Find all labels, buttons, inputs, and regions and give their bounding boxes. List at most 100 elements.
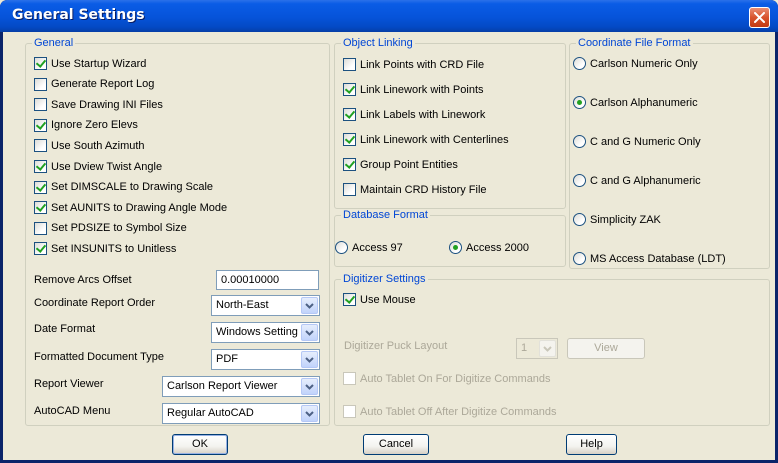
link-linework-with-centerlines-label: Link Linework with Centerlines <box>360 133 509 146</box>
auto-tablet-off-checkbox[interactable]: Auto Tablet Off After Digitize Commands <box>343 405 556 418</box>
title-bar[interactable]: General Settings <box>0 0 778 32</box>
report-viewer-select[interactable]: Carlson Report Viewer <box>162 376 320 397</box>
set-aunits-to-drawing-angle-mode-check[interactable] <box>34 201 47 215</box>
report-viewer-value: Carlson Report Viewer <box>167 380 278 392</box>
set-pdsize-to-symbol-size-label: Set PDSIZE to Symbol Size <box>51 222 187 235</box>
carlson-alphanumeric-radio-button[interactable] <box>573 96 586 109</box>
date-format-select[interactable]: Windows Setting <box>211 322 320 343</box>
link-points-with-crd-file-check[interactable] <box>343 58 356 71</box>
generate-report-log-label: Generate Report Log <box>51 78 155 91</box>
use-mouse-check[interactable] <box>343 293 356 306</box>
link-labels-with-linework-check[interactable] <box>343 108 356 121</box>
ignore-zero-elevs-label: Ignore Zero Elevs <box>51 119 138 132</box>
set-dimscale-to-drawing-scale-checkbox[interactable]: Set DIMSCALE to Drawing Scale <box>34 180 214 194</box>
close-button[interactable] <box>749 7 770 28</box>
ok-button[interactable]: OK <box>172 434 228 455</box>
set-pdsize-to-symbol-size-check[interactable] <box>34 221 47 235</box>
group-point-entities-checkbox[interactable]: Group Point Entities <box>343 158 458 171</box>
use-startup-wizard-check[interactable] <box>34 57 47 70</box>
coordinate-file-format-group-title: Coordinate File Format <box>576 37 693 49</box>
chevron-down-icon[interactable] <box>301 405 318 422</box>
set-insunits-to-unitless-checkbox[interactable]: Set INSUNITS to Unitless <box>34 242 176 256</box>
link-points-with-crd-file-checkbox[interactable]: Link Points with CRD File <box>343 58 484 71</box>
access-2000-radio-button[interactable] <box>449 241 462 254</box>
carlson-numeric-only-radio[interactable]: Carlson Numeric Only <box>573 57 698 70</box>
use-dview-twist-angle-check[interactable] <box>34 160 47 173</box>
general-group-title: General <box>32 37 76 49</box>
date-format-value: Windows Setting <box>216 326 298 338</box>
carlson-numeric-only-radio-button[interactable] <box>573 57 586 70</box>
c-and-g-numeric-only-radio[interactable]: C and G Numeric Only <box>573 135 701 148</box>
chevron-down-icon[interactable] <box>301 351 318 368</box>
access-2000-radio[interactable]: Access 2000 <box>449 241 529 254</box>
formatted-document-type-select[interactable]: PDF <box>211 349 320 370</box>
carlson-numeric-only-label: Carlson Numeric Only <box>590 57 698 70</box>
ignore-zero-elevs-checkbox[interactable]: Ignore Zero Elevs <box>34 118 138 132</box>
use-startup-wizard-label: Use Startup Wizard <box>51 57 147 70</box>
remove-arcs-offset-input[interactable]: 0.00010000 <box>216 270 319 290</box>
set-aunits-to-drawing-angle-mode-checkbox[interactable]: Set AUNITS to Drawing Angle Mode <box>34 201 228 215</box>
link-linework-with-points-check[interactable] <box>343 83 356 96</box>
coordinate-report-order-select[interactable]: North-East <box>211 295 320 316</box>
maintain-crd-history-file-check[interactable] <box>343 183 356 196</box>
link-labels-with-linework-checkbox[interactable]: Link Labels with Linework <box>343 108 485 121</box>
chevron-down-icon[interactable] <box>301 297 318 314</box>
set-dimscale-to-drawing-scale-check[interactable] <box>34 180 47 194</box>
save-drawing-ini-files-check[interactable] <box>34 98 47 112</box>
use-dview-twist-angle-checkbox[interactable]: Use Dview Twist Angle <box>34 160 162 173</box>
access-97-radio[interactable]: Access 97 <box>335 241 403 254</box>
cancel-button[interactable]: Cancel <box>363 434 429 455</box>
view-button[interactable]: View <box>567 338 645 359</box>
use-south-azimuth-check[interactable] <box>34 139 47 153</box>
use-startup-wizard-checkbox[interactable]: Use Startup Wizard <box>34 57 146 70</box>
ms-access-database-ldt-radio[interactable]: MS Access Database (LDT) <box>573 252 726 265</box>
use-south-azimuth-label: Use South Azimuth <box>51 139 145 152</box>
dialog-window: General Settings General Remove Arcs Off… <box>0 0 778 463</box>
help-button[interactable]: Help <box>566 434 617 455</box>
report-viewer-label: Report Viewer <box>34 378 104 390</box>
object-linking-group-title: Object Linking <box>341 37 415 49</box>
chevron-down-icon[interactable] <box>301 324 318 341</box>
c-and-g-alphanumeric-radio[interactable]: C and G Alphanumeric <box>573 174 701 187</box>
set-dimscale-to-drawing-scale-label: Set DIMSCALE to Drawing Scale <box>51 181 214 194</box>
access-97-label: Access 97 <box>352 241 403 254</box>
chevron-down-icon[interactable] <box>539 340 556 357</box>
set-aunits-to-drawing-angle-mode-label: Set AUNITS to Drawing Angle Mode <box>51 201 228 214</box>
auto-tablet-off-check[interactable] <box>343 405 356 418</box>
use-south-azimuth-checkbox[interactable]: Use South Azimuth <box>34 139 145 153</box>
auto-tablet-on-check[interactable] <box>343 372 356 385</box>
generate-report-log-checkbox[interactable]: Generate Report Log <box>34 77 155 91</box>
autocad-menu-select[interactable]: Regular AutoCAD <box>162 403 320 424</box>
save-drawing-ini-files-label: Save Drawing INI Files <box>51 98 163 111</box>
use-mouse-checkbox[interactable]: Use Mouse <box>343 293 416 306</box>
ms-access-database-ldt-radio-button[interactable] <box>573 252 586 265</box>
digitizer-settings-group-title: Digitizer Settings <box>341 273 428 285</box>
simplicity-zak-radio[interactable]: Simplicity ZAK <box>573 213 661 226</box>
maintain-crd-history-file-checkbox[interactable]: Maintain CRD History File <box>343 183 487 196</box>
group-point-entities-check[interactable] <box>343 158 356 171</box>
link-linework-with-centerlines-check[interactable] <box>343 133 356 146</box>
simplicity-zak-radio-button[interactable] <box>573 213 586 226</box>
chevron-down-icon[interactable] <box>301 378 318 395</box>
carlson-alphanumeric-radio[interactable]: Carlson Alphanumeric <box>573 96 698 109</box>
digitizer-puck-layout-select[interactable]: 1 <box>516 338 558 359</box>
link-linework-with-centerlines-checkbox[interactable]: Link Linework with Centerlines <box>343 133 509 146</box>
generate-report-log-check[interactable] <box>34 77 47 91</box>
c-and-g-alphanumeric-radio-button[interactable] <box>573 174 586 187</box>
maintain-crd-history-file-label: Maintain CRD History File <box>360 183 487 196</box>
digitizer-puck-layout-label: Digitizer Puck Layout <box>344 340 448 352</box>
link-linework-with-points-checkbox[interactable]: Link Linework with Points <box>343 83 484 96</box>
remove-arcs-offset-label: Remove Arcs Offset <box>34 274 132 286</box>
link-points-with-crd-file-label: Link Points with CRD File <box>360 58 485 71</box>
set-insunits-to-unitless-check[interactable] <box>34 242 47 256</box>
access-97-radio-button[interactable] <box>335 241 348 254</box>
auto-tablet-on-checkbox[interactable]: Auto Tablet On For Digitize Commands <box>343 372 551 385</box>
link-labels-with-linework-label: Link Labels with Linework <box>360 108 486 121</box>
ignore-zero-elevs-check[interactable] <box>34 118 47 132</box>
set-pdsize-to-symbol-size-checkbox[interactable]: Set PDSIZE to Symbol Size <box>34 221 187 235</box>
autocad-menu-value: Regular AutoCAD <box>167 407 254 419</box>
save-drawing-ini-files-checkbox[interactable]: Save Drawing INI Files <box>34 98 163 112</box>
c-and-g-numeric-only-radio-button[interactable] <box>573 135 586 148</box>
link-linework-with-points-label: Link Linework with Points <box>360 83 484 96</box>
c-and-g-alphanumeric-label: C and G Alphanumeric <box>590 174 701 187</box>
